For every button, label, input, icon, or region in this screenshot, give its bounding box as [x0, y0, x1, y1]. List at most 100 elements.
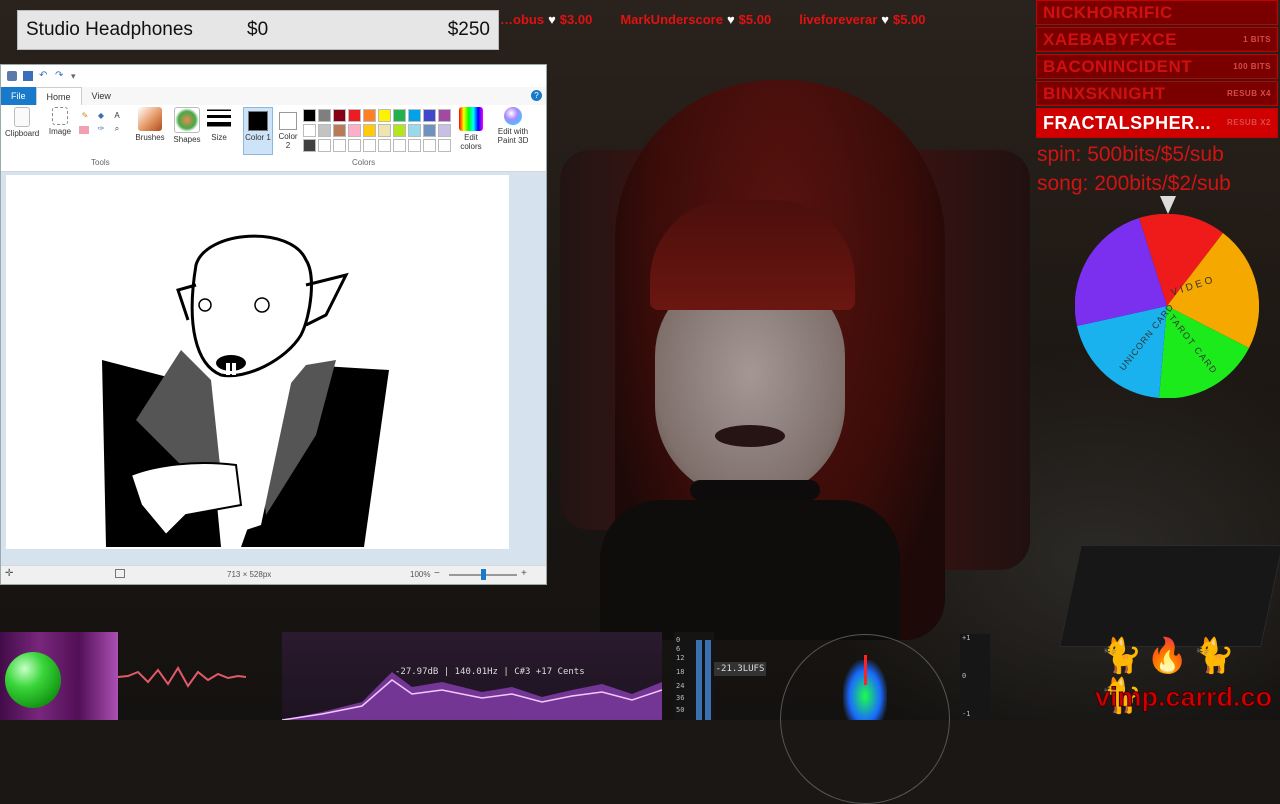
color1-swatch: [248, 111, 268, 131]
size-label: Size: [211, 133, 227, 142]
palette-swatch[interactable]: [333, 124, 346, 137]
clipboard-label: Clipboard: [5, 129, 40, 138]
recent-event-latest: FRACTALSPHER... RESUB X2: [1036, 108, 1278, 138]
status-bar: ✛ 713 × 528px 100% − +: [1, 565, 546, 584]
meter-bar: [705, 640, 711, 720]
keyboard: [1059, 545, 1280, 647]
size-icon: [207, 107, 231, 131]
ribbon: Clipboard Image ✎ ◆ A ✑ ⌕ Tools Brushes …: [1, 105, 546, 172]
heart-icon: ♥: [726, 12, 735, 27]
edit-colors-icon: [459, 107, 483, 131]
palette-swatch[interactable]: [333, 109, 346, 122]
color2-button[interactable]: Color 2: [276, 107, 300, 150]
palette-swatch[interactable]: [348, 109, 361, 122]
ticker-item: liveforeverar ♥ $5.00: [799, 12, 926, 27]
color1-label: Color 1: [245, 133, 271, 142]
palette-swatch[interactable]: [393, 124, 406, 137]
brush-icon: [138, 107, 162, 131]
save-icon[interactable]: [23, 71, 33, 81]
palette-swatch[interactable]: [438, 124, 451, 137]
brushes-button[interactable]: Brushes: [134, 107, 166, 142]
pitch-readout: -27.97dB | 140.01Hz | C#3 +17 Cents: [395, 667, 585, 677]
palette-swatch[interactable]: [363, 109, 376, 122]
zoom-in-button[interactable]: +: [521, 568, 527, 579]
edit-colors-button[interactable]: Edit colors: [457, 107, 485, 151]
ribbon-tabs: File Home View ?: [1, 86, 546, 106]
palette-swatch[interactable]: [348, 124, 361, 137]
palette-swatch[interactable]: [393, 139, 406, 152]
palette-swatch[interactable]: [318, 109, 331, 122]
tab-file[interactable]: File: [1, 87, 36, 105]
spin-price-text: spin: 500bits/$5/sub: [1037, 143, 1224, 166]
palette-swatch[interactable]: [423, 109, 436, 122]
palette-swatch[interactable]: [303, 139, 316, 152]
palette-swatch[interactable]: [438, 109, 451, 122]
redo-icon[interactable]: ↷: [55, 71, 65, 81]
palette-swatch[interactable]: [393, 109, 406, 122]
tab-view[interactable]: View: [82, 87, 121, 105]
fill-icon[interactable]: ◆: [95, 111, 107, 120]
size-button[interactable]: Size: [206, 107, 232, 142]
brushes-label: Brushes: [135, 133, 165, 142]
zoom-slider-thumb[interactable]: [481, 569, 486, 580]
recent-event: BINXSKNIGHT RESUB X4: [1036, 81, 1278, 106]
palette-swatch[interactable]: [363, 124, 376, 137]
palette-swatch[interactable]: [363, 139, 376, 152]
streamer-bangs: [650, 200, 855, 310]
shapes-button[interactable]: Shapes: [171, 107, 203, 144]
palette-swatch[interactable]: [438, 139, 451, 152]
palette-swatch[interactable]: [378, 139, 391, 152]
palette-swatch[interactable]: [333, 139, 346, 152]
palette-swatch[interactable]: [303, 124, 316, 137]
meter-tick: 0: [676, 636, 681, 644]
magnifier-icon[interactable]: ⌕: [111, 124, 123, 134]
edit-paint3d-button[interactable]: Edit with Paint 3D: [493, 107, 533, 145]
palette-swatch[interactable]: [423, 139, 436, 152]
zoom-level: 100%: [410, 570, 431, 579]
stereo-scope: [780, 634, 950, 804]
colors-label: Colors: [352, 158, 376, 167]
meter-tick: 50: [676, 706, 685, 714]
palette-swatch[interactable]: [318, 139, 331, 152]
meter-tick: 18: [676, 668, 685, 676]
color1-button[interactable]: Color 1: [243, 107, 273, 155]
clipboard-button[interactable]: Clipboard: [5, 107, 39, 138]
meter-bar: [696, 640, 702, 720]
palette-swatch[interactable]: [408, 124, 421, 137]
palette-swatch[interactable]: [378, 109, 391, 122]
zoom-out-button[interactable]: −: [434, 568, 440, 579]
eraser-icon[interactable]: [79, 126, 89, 134]
undo-icon[interactable]: ↶: [39, 71, 49, 81]
color-picker-icon[interactable]: ✑: [95, 124, 107, 134]
edit-colors-label: Edit colors: [460, 133, 482, 151]
drawing-canvas[interactable]: [6, 175, 509, 549]
customize-quick-access-icon[interactable]: ▾: [71, 71, 81, 81]
prize-wheel: VIDEO TAROT CARD UNICORN CARD: [1075, 214, 1259, 398]
nosferatu-drawing: [102, 234, 389, 547]
tab-home[interactable]: Home: [35, 86, 82, 106]
palette-swatch[interactable]: [408, 139, 421, 152]
pencil-icon[interactable]: ✎: [79, 111, 91, 120]
goal-bar: Studio Headphones $0 $250: [17, 10, 499, 50]
mic-status-indicator: [5, 652, 61, 708]
paint-app-icon: [7, 71, 17, 81]
palette-swatch[interactable]: [408, 109, 421, 122]
palette-swatch[interactable]: [423, 124, 436, 137]
shapes-label: Shapes: [173, 135, 201, 144]
correlation-tick: -1: [962, 710, 971, 718]
help-icon[interactable]: ?: [531, 90, 542, 101]
recent-event: NICKHORRIFIC: [1036, 0, 1278, 25]
meter-tick: 6: [676, 645, 681, 653]
canvas-area: [1, 172, 546, 565]
meter-tick: 12: [676, 654, 685, 662]
palette-swatch[interactable]: [378, 124, 391, 137]
palette-swatch[interactable]: [348, 139, 361, 152]
recent-events-list: NICKHORRIFIC XAEBABYFXCE 1 BITS BACONINCI…: [1036, 0, 1278, 140]
lufs-readout: -21.3LUFS: [714, 662, 766, 676]
goal-start: $0: [247, 19, 269, 40]
color2-label: Color 2: [278, 132, 298, 150]
image-button[interactable]: Image: [46, 107, 74, 136]
palette-swatch[interactable]: [303, 109, 316, 122]
palette-swatch[interactable]: [318, 124, 331, 137]
text-icon[interactable]: A: [111, 111, 123, 120]
